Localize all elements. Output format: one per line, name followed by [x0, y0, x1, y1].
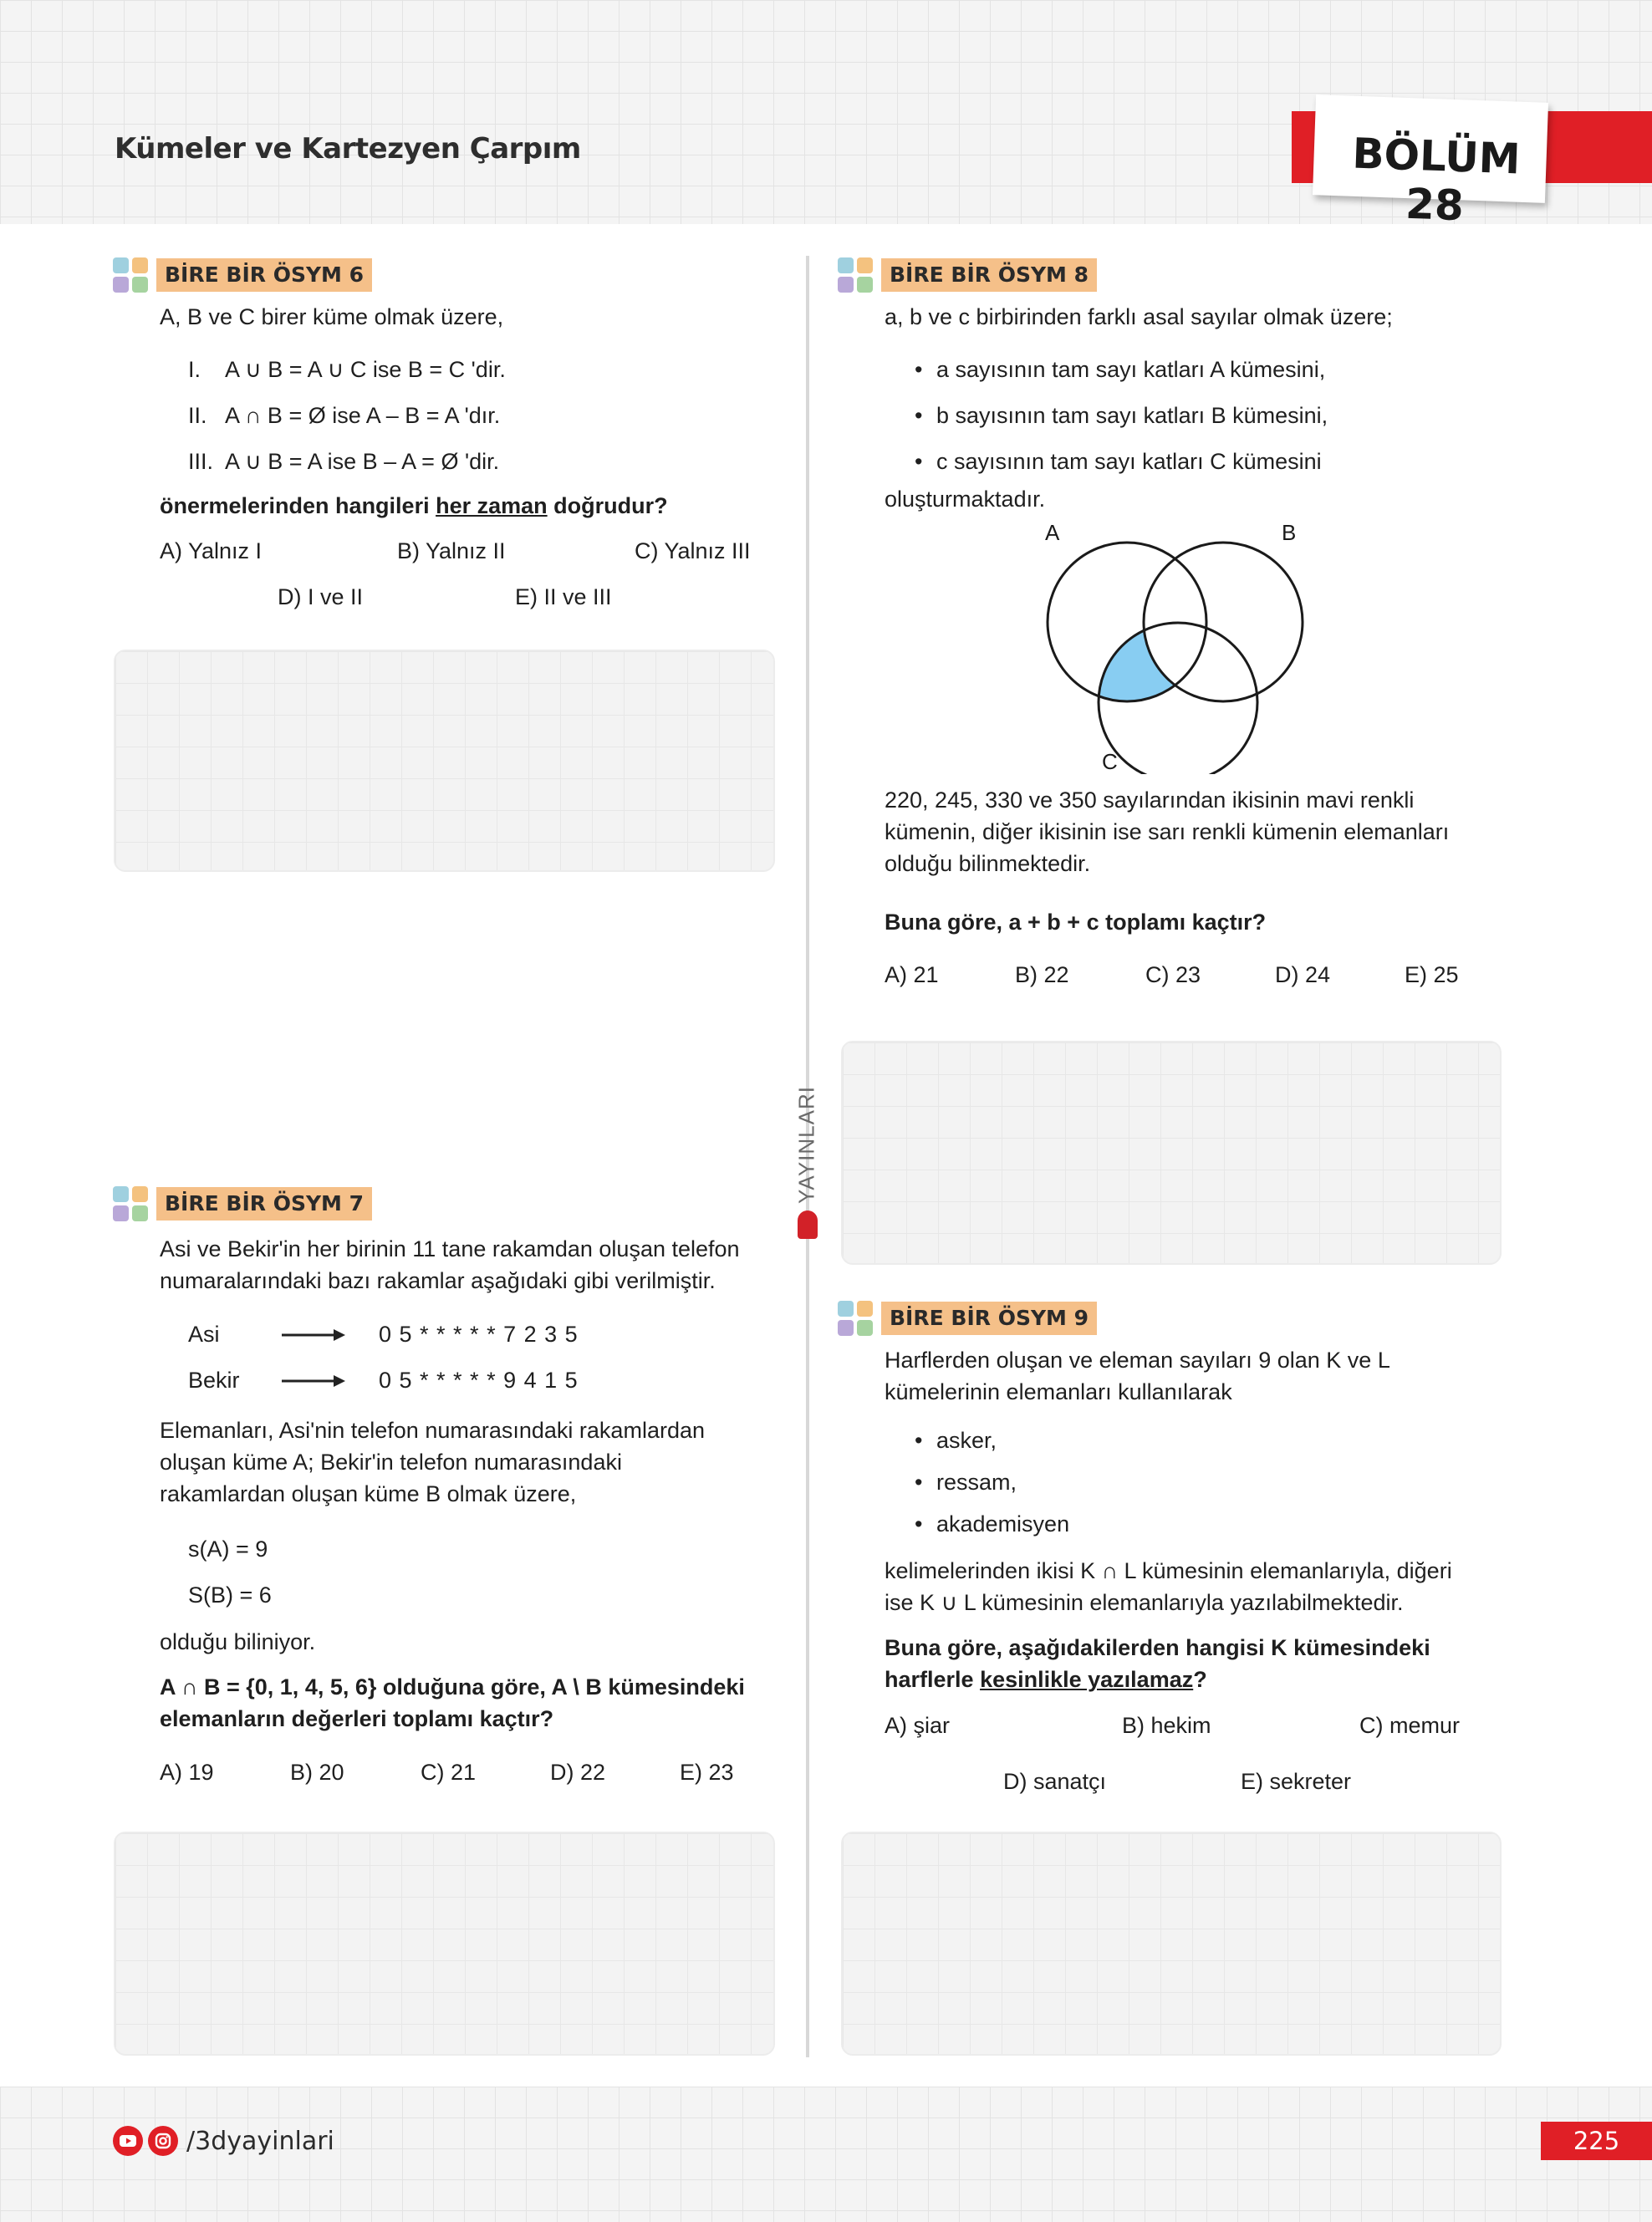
scratch-area[interactable] — [841, 1041, 1502, 1265]
question-intro: Harflerden oluşan ve eleman sayıları 9 o… — [885, 1348, 1390, 1404]
page-title: Kümeler ve Kartezyen Çarpım — [115, 132, 581, 166]
social-links: /3dyayinlari — [113, 2126, 334, 2156]
question-tag: BİRE BİR ÖSYM 8 — [838, 257, 1604, 293]
question-tag: BİRE BİR ÖSYM 6 — [113, 257, 778, 293]
answer-options: D) I ve II E) II ve III — [160, 581, 778, 613]
answer-options: A) 21 B) 22 C) 23 D) 24 E) 25 — [885, 959, 1604, 991]
page-footer: /3dyayinlari 225 — [0, 2087, 1652, 2222]
bullet-list: asker, ressam, akademisyen — [885, 1419, 1604, 1545]
grid-tag-icon — [113, 1186, 148, 1221]
chapter-label: BÖLÜM 28 — [1351, 129, 1522, 231]
question-tag: BİRE BİR ÖSYM 9 — [838, 1301, 1604, 1336]
arrow-right-icon — [282, 1374, 345, 1387]
venn-label-c: C — [1102, 749, 1118, 774]
question-intro: Asi ve Bekir'in her birinin 11 tane raka… — [160, 1236, 740, 1293]
venn-diagram: A B C — [1045, 520, 1304, 774]
question-body: 220, 245, 330 ve 350 sayılarından ikisin… — [885, 787, 1450, 876]
statement-item: II. A ∩ B = Ø ise A – B = A 'dır. — [188, 403, 501, 428]
scratch-area[interactable] — [114, 650, 775, 872]
youtube-icon[interactable] — [113, 2126, 143, 2156]
question-7: BİRE BİR ÖSYM 7 Asi ve Bekir'in her biri… — [113, 1186, 795, 1788]
option-c[interactable]: C) 21 — [421, 1756, 550, 1788]
after-text: oluşturmaktadır. — [885, 487, 1046, 512]
bullet-item: asker, — [885, 1419, 1604, 1461]
publisher-logo-icon — [798, 1210, 818, 1239]
option-a[interactable]: A) 19 — [160, 1756, 290, 1788]
statement-item: I. A ∪ B = A ∪ C ise B = C 'dir. — [188, 357, 506, 382]
bullet-item: b sayısının tam sayı katları B kümesini, — [885, 393, 1604, 439]
venn-label-a: A — [1045, 520, 1060, 545]
option-a[interactable]: A) şiar — [885, 1710, 1122, 1741]
option-e[interactable]: E) II ve III — [515, 581, 612, 613]
question-text: önermelerinden hangileri her zaman doğru… — [160, 493, 668, 518]
statement-list: I. A ∪ B = A ∪ C ise B = C 'dir. II. A ∩ B… — [160, 347, 778, 485]
question-body: Elemanları, Asi'nin telefon numarasındak… — [160, 1418, 705, 1506]
bullet-item: akademisyen — [885, 1503, 1604, 1545]
question-intro: A, B ve C birer küme olmak üzere, — [160, 304, 504, 329]
question-text: A ∩ B = {0, 1, 4, 5, 6} olduğuna göre, A… — [160, 1674, 745, 1731]
grid-tag-icon — [113, 257, 148, 293]
question-tag-label: BİRE BİR ÖSYM 7 — [156, 1187, 373, 1221]
question-tag-label: BİRE BİR ÖSYM 9 — [881, 1302, 1098, 1335]
option-e[interactable]: E) sekreter — [1241, 1766, 1351, 1797]
statement-item: III. A ∪ B = A ise B – A = Ø 'dir. — [188, 449, 500, 474]
question-text: Buna göre, a + b + c toplamı kaçtır? — [885, 910, 1267, 935]
question-tag-label: BİRE BİR ÖSYM 8 — [881, 258, 1098, 292]
question-tag-label: BİRE BİR ÖSYM 6 — [156, 258, 373, 292]
question-8: BİRE BİR ÖSYM 8 a, b ve c birbirinden fa… — [838, 257, 1604, 991]
answer-options: A) 19 B) 20 C) 21 D) 22 E) 23 — [160, 1756, 795, 1788]
question-text: Buna göre, aşağıdakilerden hangisi K küm… — [885, 1635, 1430, 1692]
question-tag: BİRE BİR ÖSYM 7 — [113, 1186, 795, 1221]
option-b[interactable]: B) hekim — [1122, 1710, 1359, 1741]
grid-tag-icon — [838, 257, 873, 293]
page-header: Kümeler ve Kartezyen Çarpım BÖLÜM 28 — [0, 0, 1652, 230]
option-d[interactable]: D) sanatçı — [1003, 1766, 1241, 1797]
venn-label-b: B — [1282, 520, 1296, 545]
instagram-icon[interactable] — [148, 2126, 178, 2156]
option-a[interactable]: A) Yalnız I — [160, 535, 397, 567]
bullet-item: c sayısının tam sayı katları C kümesini — [885, 439, 1604, 485]
question-intro: a, b ve c birbirinden farklı asal sayıla… — [885, 304, 1393, 329]
phone-row: Asi 0 5 * * * * * 7 2 3 5 — [188, 1322, 579, 1347]
arrow-right-icon — [282, 1328, 345, 1341]
given-values: s(A) = 9 S(B) = 6 — [188, 1537, 272, 1608]
bullet-item: ressam, — [885, 1461, 1604, 1503]
question-9: BİRE BİR ÖSYM 9 Harflerden oluşan ve ele… — [838, 1301, 1604, 1797]
option-e[interactable]: E) 25 — [1405, 959, 1459, 991]
option-b[interactable]: B) 20 — [290, 1756, 421, 1788]
option-b[interactable]: B) 22 — [1015, 959, 1145, 991]
option-d[interactable]: D) I ve II — [278, 581, 515, 613]
option-c[interactable]: C) memur — [1359, 1710, 1460, 1741]
page-number: 225 — [1541, 2122, 1652, 2160]
option-a[interactable]: A) 21 — [885, 959, 1015, 991]
phone-row: Bekir 0 5 * * * * * 9 4 1 5 — [188, 1368, 579, 1393]
bullet-list: a sayısının tam sayı katları A kümesini,… — [885, 347, 1604, 485]
option-e[interactable]: E) 23 — [680, 1756, 734, 1788]
scratch-area[interactable] — [841, 1832, 1502, 2056]
answer-options: A) Yalnız I B) Yalnız II C) Yalnız III — [160, 535, 778, 567]
question-body: kelimelerinden ikisi K ∩ L kümesinin ele… — [885, 1558, 1452, 1615]
scratch-area[interactable] — [114, 1832, 775, 2056]
bullet-item: a sayısının tam sayı katları A kümesini, — [885, 347, 1604, 393]
answer-options: A) şiar B) hekim C) memur — [885, 1710, 1604, 1741]
phone-list: Asi 0 5 * * * * * 7 2 3 5 Bekir 0 5 * * … — [160, 1312, 795, 1404]
answer-options: D) sanatçı E) sekreter — [885, 1766, 1604, 1797]
option-b[interactable]: B) Yalnız II — [397, 535, 635, 567]
question-6: BİRE BİR ÖSYM 6 A, B ve C birer küme olm… — [113, 257, 778, 613]
social-handle[interactable]: /3dyayinlari — [186, 2127, 334, 2156]
option-d[interactable]: D) 22 — [550, 1756, 680, 1788]
option-c[interactable]: C) 23 — [1145, 959, 1275, 991]
known-text: olduğu biliniyor. — [160, 1629, 316, 1654]
option-c[interactable]: C) Yalnız III — [635, 535, 751, 567]
grid-tag-icon — [838, 1301, 873, 1336]
publisher-name: YAYINLARI — [793, 1086, 819, 1204]
option-d[interactable]: D) 24 — [1275, 959, 1405, 991]
